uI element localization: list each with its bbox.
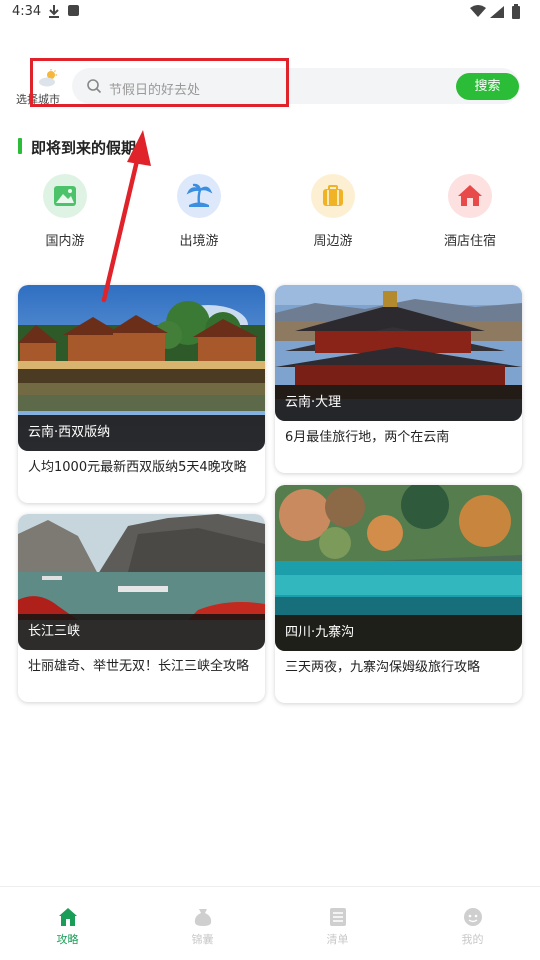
card-description: 壮丽雄奇、举世无双！长江三峡全攻略 xyxy=(28,659,250,674)
card-xishuangbanna[interactable]: 云南·西双版纳 人均1000元最新西双版纳5天4晚攻略 xyxy=(18,285,265,503)
card-three-gorges[interactable]: 长江三峡 壮丽雄奇、举世无双！长江三峡全攻略 xyxy=(18,514,265,702)
download-icon xyxy=(49,5,59,18)
card-place: 长江三峡 xyxy=(18,614,265,650)
nav-item-tips[interactable]: 锦囊 xyxy=(135,887,270,960)
bottom-nav: 攻略 锦囊 清单 我的 xyxy=(0,886,540,960)
card-description: 人均1000元最新西双版纳5天4晚攻略 xyxy=(28,460,247,475)
card-description: 6月最佳旅行地，两个在云南 xyxy=(285,430,450,445)
card-place: 四川·九寨沟 xyxy=(275,615,522,651)
category-hotel[interactable]: 酒店住宿 xyxy=(422,172,518,252)
card-image: 四川·九寨沟 xyxy=(275,485,522,651)
card-image: 云南·西双版纳 xyxy=(18,285,265,451)
nav-item-profile[interactable]: 我的 xyxy=(405,887,540,960)
category-overseas[interactable]: 出境游 xyxy=(151,172,247,252)
card-image: 长江三峡 xyxy=(18,514,265,650)
nav-item-guides[interactable]: 攻略 xyxy=(0,887,135,960)
nav-label: 锦囊 xyxy=(191,933,214,946)
suitcase-icon xyxy=(311,174,355,218)
card-place: 云南·大理 xyxy=(275,385,522,421)
nav-label: 清单 xyxy=(326,933,349,946)
card-dali[interactable]: 云南·大理 6月最佳旅行地，两个在云南 xyxy=(275,285,522,473)
status-time: 4:34 xyxy=(12,4,42,19)
card-description: 三天两夜，九寨沟保姆级旅行攻略 xyxy=(285,660,481,675)
category-label: 周边游 xyxy=(313,234,353,249)
signal-battery-icon xyxy=(470,4,520,19)
card-image: 云南·大理 xyxy=(275,285,522,421)
nav-label: 我的 xyxy=(461,933,484,946)
annotation-arrow xyxy=(101,130,151,303)
list-icon xyxy=(328,907,348,927)
pouch-icon xyxy=(193,907,213,927)
nav-label: 攻略 xyxy=(56,933,79,946)
category-nearby[interactable]: 周边游 xyxy=(285,172,381,252)
annotation-highlight-box xyxy=(30,58,289,107)
nav-item-checklist[interactable]: 清单 xyxy=(270,887,405,960)
category-label: 酒店住宿 xyxy=(443,234,496,249)
house-icon xyxy=(448,174,492,218)
card-jiuzhaigou[interactable]: 四川·九寨沟 三天两夜，九寨沟保姆级旅行攻略 xyxy=(275,485,522,703)
card-place: 云南·西双版纳 xyxy=(18,415,265,451)
home-icon xyxy=(58,907,78,927)
search-button[interactable]: 搜索 xyxy=(456,73,519,100)
category-label: 出境游 xyxy=(179,234,219,249)
palm-island-icon xyxy=(177,174,221,218)
notification-icon xyxy=(68,5,79,16)
status-bar: 4:34 xyxy=(0,0,540,24)
profile-icon xyxy=(463,907,483,927)
mountain-icon xyxy=(43,174,87,218)
section-accent-bar xyxy=(18,138,22,154)
